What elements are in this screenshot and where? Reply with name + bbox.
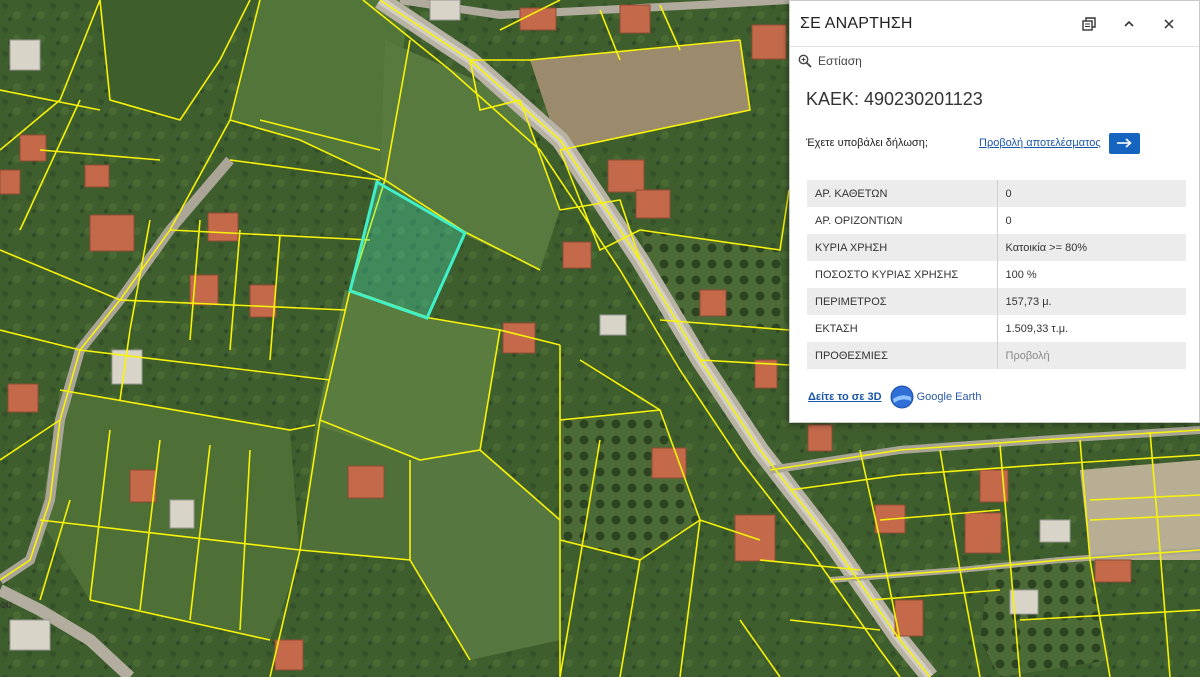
panel-header: ΣΕ ΑΝΑΡΤΗΣΗ <box>790 1 1199 47</box>
kaek-title: ΚΑΕΚ: 490230201123 <box>806 89 983 109</box>
close-button[interactable] <box>1149 9 1189 39</box>
view-results-link[interactable]: Προβολή αποτελέσματος <box>979 137 1101 149</box>
declaration-row: Έχετε υποβάλει δήλωση; Προβολή αποτελέσμ… <box>790 123 1199 163</box>
attr-key: ΕΚΤΑΣΗ <box>807 315 998 342</box>
attr-value: 100 % <box>997 261 1186 288</box>
declaration-question: Έχετε υποβάλει δήλωση; <box>806 137 928 149</box>
attributes-table: ΑΡ. ΚΑΘΕΤΩΝ 0 ΑΡ. ΟΡΙΖΟΝΤΙΩΝ 0 ΚΥΡΙΑ ΧΡΗΣΗ… <box>807 180 1186 369</box>
table-row: ΠΡΟΘΕΣΜΙΕΣ Προβολή <box>807 342 1186 369</box>
google-earth-icon <box>890 385 914 409</box>
chevron-up-icon <box>1124 20 1134 27</box>
arrow-right-icon <box>1117 138 1132 148</box>
google-earth-button[interactable]: Google Earth <box>890 385 982 409</box>
road-label: ου <box>0 599 12 611</box>
deadlines-view-link[interactable]: Προβολή <box>997 342 1186 369</box>
parcel-info-panel: ΣΕ ΑΝΑΡΤΗΣΗ Εστίαση ΚΑΕΚ: 490230201123 Έ… <box>789 0 1200 423</box>
zoom-in-icon <box>798 54 812 68</box>
attr-value: 0 <box>997 207 1186 234</box>
view-3d-link[interactable]: Δείτε το σε 3D <box>808 391 882 403</box>
table-row: ΠΟΣΟΣΤΟ ΚΥΡΙΑΣ ΧΡΗΣΗΣ 100 % <box>807 261 1186 288</box>
attr-key: ΑΡ. ΟΡΙΖΟΝΤΙΩΝ <box>807 207 998 234</box>
close-icon <box>1164 18 1174 29</box>
attr-key: ΠΕΡΙΜΕΤΡΟΣ <box>807 288 998 315</box>
collapse-button[interactable] <box>1109 9 1149 39</box>
google-earth-label: Google Earth <box>916 391 982 403</box>
zoom-label: Εστίαση <box>818 54 862 68</box>
table-row: ΑΡ. ΚΑΘΕΤΩΝ 0 <box>807 180 1186 207</box>
attr-value: 157,73 μ. <box>997 288 1186 315</box>
table-row: ΕΚΤΑΣΗ 1.509,33 τ.μ. <box>807 315 1186 342</box>
view-results-button[interactable] <box>1108 132 1140 154</box>
panel-title: ΣΕ ΑΝΑΡΤΗΣΗ <box>800 14 913 32</box>
table-row: ΑΡ. ΟΡΙΖΟΝΤΙΩΝ 0 <box>807 207 1186 234</box>
zoom-to-parcel[interactable]: Εστίαση <box>790 47 1199 75</box>
attr-key: ΚΥΡΙΑ ΧΡΗΣΗ <box>807 234 998 261</box>
attr-key: ΠΡΟΘΕΣΜΙΕΣ <box>807 342 998 369</box>
attr-key: ΠΟΣΟΣΤΟ ΚΥΡΙΑΣ ΧΡΗΣΗΣ <box>807 261 998 288</box>
attr-value: 1.509,33 τ.μ. <box>997 315 1186 342</box>
attr-key: ΑΡ. ΚΑΘΕΤΩΝ <box>807 180 998 207</box>
restore-window-icon <box>1082 16 1096 31</box>
attr-value: Κατοικία >= 80% <box>997 234 1186 261</box>
table-row: ΠΕΡΙΜΕΤΡΟΣ 157,73 μ. <box>807 288 1186 315</box>
restore-window-button[interactable] <box>1069 9 1109 39</box>
table-row: ΚΥΡΙΑ ΧΡΗΣΗ Κατοικία >= 80% <box>807 234 1186 261</box>
google-earth-row: Δείτε το σε 3D Google Earth <box>790 369 1199 409</box>
attr-value: 0 <box>997 180 1186 207</box>
